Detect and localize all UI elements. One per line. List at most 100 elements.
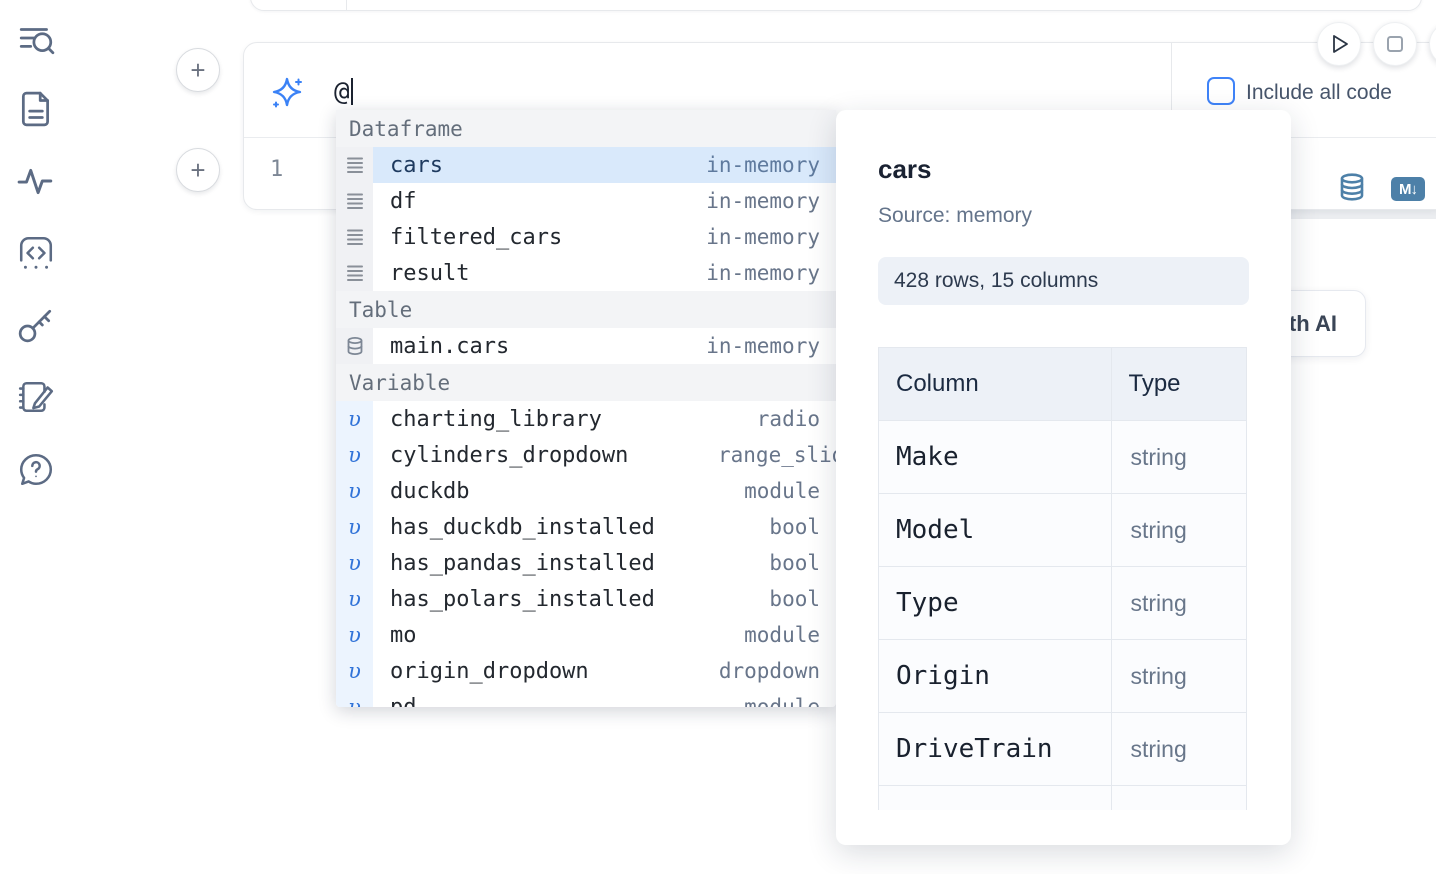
run-cell-button[interactable] [1317, 22, 1361, 66]
variable-icon-gutter: υ [336, 689, 373, 707]
variable-icon-gutter: υ [336, 545, 373, 581]
notebook-app: + + @ Include all code 1 M↓ [0, 0, 1436, 874]
schema-column-type: string [1111, 421, 1247, 494]
autocomplete-dropdown: Dataframecarsin-memorydfin-memoryfiltere… [336, 110, 836, 707]
autocomplete-item-name: has_pandas_installed [373, 551, 655, 576]
preview-source: Source: memory [878, 204, 1032, 228]
variable-icon: υ [348, 407, 361, 431]
variable-icon: υ [348, 623, 361, 647]
schema-column-type: string [1111, 640, 1247, 713]
autocomplete-item[interactable]: main.cars in-memory [336, 328, 836, 364]
schema-header-type: Type [1111, 348, 1247, 421]
autocomplete-item-name: charting_library [373, 407, 602, 432]
schema-column-name: DriveTrain [879, 713, 1112, 786]
code-snippet-icon[interactable] [17, 234, 55, 272]
autocomplete-item[interactable]: υmomodule [336, 617, 836, 653]
variable-icon: υ [348, 695, 361, 707]
autocomplete-item[interactable]: υ has_polars_installed bool [336, 581, 836, 617]
autocomplete-item[interactable]: υpdmodule [336, 689, 836, 707]
autocomplete-item-detail: bool [769, 551, 836, 575]
autocomplete-item[interactable]: υcylinders_dropdownrange_slider [336, 437, 836, 473]
key-icon[interactable] [17, 306, 55, 344]
autocomplete-item-detail: in-memory [706, 261, 836, 285]
schema-row: Typestring [879, 567, 1247, 640]
autocomplete-item-name: has_polars_installed [373, 587, 655, 612]
schema-column-name: Origin [879, 640, 1112, 713]
table-db-icon [345, 336, 365, 356]
autocomplete-item-name: df [373, 189, 417, 214]
variable-icon: υ [348, 515, 361, 539]
autocomplete-item[interactable]: υhas_duckdb_installedbool [336, 509, 836, 545]
autocomplete-section-header: Dataframe [336, 110, 836, 147]
dataframe-icon-gutter [336, 183, 373, 219]
autocomplete-item-name: cars [373, 153, 443, 178]
autocomplete-section-header: Variable [336, 364, 836, 401]
toc-search-icon[interactable] [17, 20, 55, 58]
dataframe-icon [345, 227, 365, 247]
activity-icon[interactable] [17, 162, 55, 200]
run-icon [1334, 36, 1347, 52]
autocomplete-item-detail: dropdown [719, 659, 836, 683]
autocomplete-item-detail: bool [769, 587, 836, 611]
dataframe-icon-gutter [336, 219, 373, 255]
schema-column-type: string [1111, 713, 1247, 786]
stop-icon [1388, 37, 1402, 51]
autocomplete-item[interactable]: df in-memory [336, 183, 836, 219]
autocomplete-item-detail: module [744, 695, 836, 707]
variable-icon: υ [348, 479, 361, 503]
variable-icon: υ [348, 587, 361, 611]
variable-icon: υ [348, 443, 361, 467]
scratchpad-icon[interactable] [17, 378, 55, 416]
schema-column-name: Model [879, 494, 1112, 567]
include-all-code-checkbox[interactable] [1207, 77, 1235, 105]
preview-title: cars [878, 154, 932, 185]
autocomplete-item-name: result [373, 261, 469, 286]
autocomplete-item-name: filtered_cars [373, 225, 562, 250]
help-chat-icon[interactable] [17, 450, 55, 488]
dataframe-icon-gutter [336, 147, 373, 183]
text-cursor [351, 78, 353, 105]
sparkles-ai-icon [270, 76, 304, 110]
autocomplete-item[interactable]: υduckdb module [336, 473, 836, 509]
autocomplete-item-name: origin_dropdown [373, 659, 589, 684]
autocomplete-item-name: mo [373, 623, 417, 648]
autocomplete-item[interactable]: result in-memory [336, 255, 836, 291]
dataframe-preview-panel: cars Source: memory 428 rows, 15 columns… [836, 110, 1291, 845]
variable-icon: υ [348, 659, 361, 683]
schema-column-name: Type [879, 567, 1112, 640]
autocomplete-item[interactable]: υcharting_libraryradio [336, 401, 836, 437]
dataframe-icon-gutter [336, 255, 373, 291]
schema-column-type [1111, 786, 1247, 811]
autocomplete-item-name: duckdb [373, 479, 469, 504]
ai-prompt-input[interactable]: @ [334, 77, 353, 107]
dataframe-icon [345, 263, 365, 283]
autocomplete-item-detail: in-memory [706, 189, 836, 213]
autocomplete-item[interactable]: υ origin_dropdown dropdown [336, 653, 836, 689]
autocomplete-item-name: cylinders_dropdown [373, 443, 628, 468]
schema-header-column: Column [879, 348, 1112, 421]
dataframe-icon [345, 191, 365, 211]
autocomplete-item-detail: in-memory [706, 225, 836, 249]
variable-icon-gutter: υ [336, 437, 373, 473]
previous-cell-divider [346, 0, 347, 10]
dataframe-icon [345, 155, 365, 175]
variable-icon-gutter: υ [336, 473, 373, 509]
add-cell-button-bottom[interactable]: + [176, 148, 220, 192]
autocomplete-item[interactable]: υhas_pandas_installed bool [336, 545, 836, 581]
autocomplete-item-name: main.cars [373, 334, 509, 359]
schema-column-type: string [1111, 494, 1247, 567]
variable-icon-gutter: υ [336, 401, 373, 437]
add-cell-button-top[interactable]: + [176, 48, 220, 92]
autocomplete-item-detail: in-memory [706, 334, 836, 358]
variable-icon-gutter: υ [336, 581, 373, 617]
document-icon[interactable] [17, 90, 55, 128]
autocomplete-item[interactable]: filtered_cars in-memory [336, 219, 836, 255]
preview-shape-badge: 428 rows, 15 columns [878, 257, 1249, 305]
stop-button[interactable] [1373, 22, 1417, 66]
markdown-icon[interactable]: M↓ [1391, 177, 1425, 201]
autocomplete-item[interactable]: cars in-memory [336, 147, 836, 183]
autocomplete-item-detail: in-memory [706, 153, 836, 177]
autocomplete-item-detail: module [744, 479, 836, 503]
database-icon[interactable] [1337, 172, 1367, 202]
variable-icon-gutter: υ [336, 653, 373, 689]
